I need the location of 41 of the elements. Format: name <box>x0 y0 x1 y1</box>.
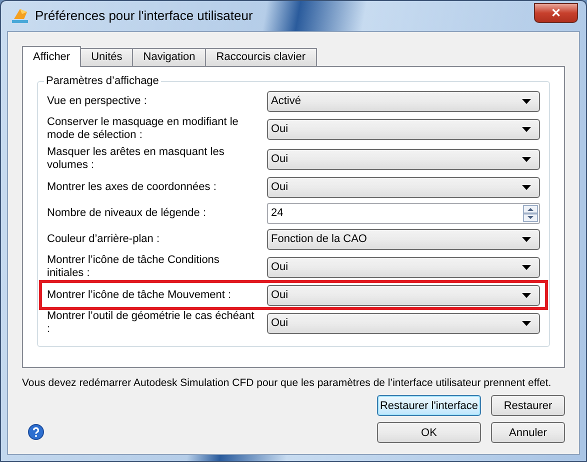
setting-label: Vue en perspective : <box>47 94 148 108</box>
dropdown-arrow-icon <box>522 236 531 242</box>
tab[interactable]: Afficher <box>22 46 82 67</box>
dropdown[interactable]: Oui <box>267 118 540 140</box>
dropdown-arrow-icon <box>522 98 531 104</box>
dialog-button[interactable]: Restaurer <box>491 395 565 416</box>
dropdown-arrow-icon <box>522 320 531 326</box>
setting-label: Montrer l’icône de tâche Conditions initiales : <box>47 254 220 280</box>
setting-label: Montrer l’icône de tâche Mouvement : <box>47 288 232 302</box>
close-button[interactable]: ✕ <box>534 3 578 23</box>
setting-label: Montrer l’outil de géométrie le cas échéant : <box>47 310 256 336</box>
dropdown[interactable]: Oui <box>267 176 540 198</box>
app-logo-icon <box>11 7 29 25</box>
setting-label: Montrer les axes de coordonnées : <box>47 180 218 194</box>
dropdown[interactable]: Fonction de la CAO <box>267 228 540 250</box>
setting-label: Couleur d’arrière-plan : <box>47 232 160 246</box>
window-title: Préférences pour l'interface utilisateur <box>35 7 253 26</box>
dialog-button[interactable]: Annuler <box>491 422 565 443</box>
setting-label: Nombre de niveaux de légende : <box>47 206 207 220</box>
spin-buttons-icon[interactable] <box>523 204 538 222</box>
dropdown-arrow-icon <box>522 264 531 270</box>
dropdown[interactable]: Oui <box>267 312 540 334</box>
dropdown[interactable]: Oui <box>267 256 540 278</box>
dropdown-arrow-icon <box>522 126 531 132</box>
tab[interactable]: Unités <box>80 48 134 66</box>
dropdown[interactable]: Oui <box>267 284 540 306</box>
dialog-button[interactable]: OK <box>377 422 481 443</box>
dropdown[interactable]: Activé <box>267 90 540 112</box>
setting-label: Conserver le masquage en modifiant le mode de sélection : <box>47 116 240 142</box>
group-title: Paramètres d’affichage <box>44 73 161 89</box>
help-icon[interactable] <box>28 424 44 440</box>
number-field[interactable]: 24 <box>267 202 540 224</box>
setting-label: Masquer les arêtes en masquant les volumes : <box>47 146 226 172</box>
dropdown-arrow-icon <box>522 184 531 190</box>
dropdown-arrow-icon <box>522 292 531 298</box>
restart-message: Vous devez redémarrer Autodesk Simulation CFD pour que les paramètres de l’interface utilisateur prennent effet. <box>22 376 552 390</box>
dropdown-arrow-icon <box>522 156 531 162</box>
tab[interactable]: Navigation <box>132 48 206 66</box>
dropdown[interactable]: Oui <box>267 148 540 170</box>
dialog-button[interactable]: Restaurer l'interface <box>377 395 481 416</box>
tab[interactable]: Raccourcis clavier <box>205 48 317 66</box>
